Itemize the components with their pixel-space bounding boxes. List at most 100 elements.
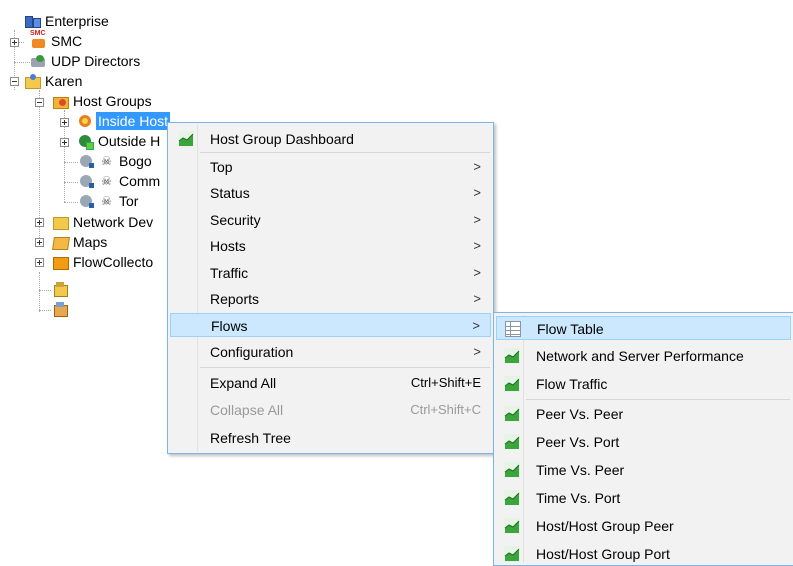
flow-collectors-icon <box>52 254 69 270</box>
tree-node-bogon[interactable]: ☠ Bogo <box>79 151 154 171</box>
globe-icon <box>79 193 96 209</box>
chart-icon <box>504 348 520 364</box>
appliance-icon <box>52 281 69 297</box>
tree-node-label: Karen <box>45 73 83 89</box>
menu-item-flow-table[interactable]: Flow Table <box>496 316 791 340</box>
expand-icon[interactable] <box>10 38 19 47</box>
tree-connector <box>39 310 51 311</box>
tree-node-label: Bogo <box>119 153 152 169</box>
udp-director-icon <box>30 53 47 69</box>
menu-separator <box>526 399 790 400</box>
domain-icon <box>24 73 41 89</box>
tree-node-command[interactable]: ☠ Comm <box>79 171 162 191</box>
menu-separator <box>200 367 490 368</box>
menu-item-expand-all[interactable]: Expand All Ctrl+Shift+E <box>170 371 491 395</box>
tree-node-label: Maps <box>73 234 108 250</box>
menu-item-status[interactable]: Status > <box>170 181 491 205</box>
tree-node-outside-hosts[interactable]: Outside H <box>77 131 162 151</box>
menu-item-label: Flow Table <box>537 321 604 337</box>
menu-item-hosts[interactable]: Hosts > <box>170 234 491 258</box>
menu-item-time-vs-peer[interactable]: Time Vs. Peer <box>496 458 791 482</box>
chart-icon <box>178 131 194 147</box>
menu-item-label: Host/Host Group Port <box>536 546 670 562</box>
menu-item-host-host-group-port[interactable]: Host/Host Group Port <box>496 542 791 566</box>
menu-item-host-host-group-peer[interactable]: Host/Host Group Peer <box>496 514 791 538</box>
menu-item-label: Peer Vs. Peer <box>536 406 624 422</box>
menu-item-label: Peer Vs. Port <box>536 434 620 450</box>
tree-node-label: Comm <box>119 173 161 189</box>
flows-submenu: Flow Table Network and Server Performance… <box>493 312 793 566</box>
menu-item-label: Flow Traffic <box>536 376 608 392</box>
expand-icon[interactable] <box>35 258 44 267</box>
chart-icon <box>504 546 520 562</box>
menu-item-label: Reports <box>210 291 260 307</box>
menu-item-time-vs-port[interactable]: Time Vs. Port <box>496 486 791 510</box>
tree-node-udp-directors[interactable]: UDP Directors <box>30 51 142 71</box>
tree-node-label: Host Groups <box>73 93 152 109</box>
chevron-right-icon: > <box>473 265 481 280</box>
chevron-right-icon: > <box>473 185 481 200</box>
tree-node-host-groups[interactable]: Host Groups <box>52 91 154 111</box>
chevron-right-icon: > <box>473 159 481 174</box>
menu-item-label: Collapse All <box>210 402 284 418</box>
tree-node-karen[interactable]: Karen <box>24 71 84 91</box>
menu-item-network-and-server-performance[interactable]: Network and Server Performance <box>496 344 791 368</box>
expand-icon[interactable] <box>35 218 44 227</box>
network-devices-icon <box>52 214 69 230</box>
menu-item-flow-traffic[interactable]: Flow Traffic <box>496 372 791 396</box>
outside-hosts-icon <box>77 133 94 150</box>
menu-shortcut: Ctrl+Shift+E <box>410 375 481 390</box>
tree-connector <box>64 202 78 203</box>
tree-node-tor[interactable]: ☠ Tor <box>79 191 140 211</box>
menu-item-peer-vs-port[interactable]: Peer Vs. Port <box>496 430 791 454</box>
tree-node-maps[interactable]: Maps <box>52 232 109 252</box>
tree-node-inside-hosts[interactable]: Inside Host <box>77 111 171 131</box>
tree-connector <box>14 62 30 63</box>
menu-item-refresh-tree[interactable]: Refresh Tree <box>170 426 491 450</box>
tree-connector <box>64 182 78 183</box>
skull-icon: ☠ <box>101 174 112 188</box>
tree-node-flow-collectors[interactable]: FlowCollecto <box>52 252 155 272</box>
menu-item-label: Host Group Dashboard <box>210 131 354 147</box>
menu-item-label: Top <box>210 159 233 175</box>
menu-item-traffic[interactable]: Traffic > <box>170 261 491 285</box>
menu-item-peer-vs-peer[interactable]: Peer Vs. Peer <box>496 402 791 426</box>
chevron-right-icon: > <box>473 291 481 306</box>
chart-icon <box>504 434 520 450</box>
menu-item-label: Traffic <box>210 265 249 281</box>
menu-item-label: Host/Host Group Peer <box>536 518 674 534</box>
tree-connector <box>39 290 51 291</box>
menu-item-top[interactable]: Top > <box>170 155 491 179</box>
menu-item-label: Expand All <box>210 375 277 391</box>
menu-item-configuration[interactable]: Configuration > <box>170 340 491 364</box>
context-menu: Host Group Dashboard Top > Status > Security >… <box>167 122 494 454</box>
menu-item-flows[interactable]: Flows > <box>170 313 491 337</box>
menu-item-label: Time Vs. Peer <box>536 462 625 478</box>
menu-item-collapse-all[interactable]: Collapse All Ctrl+Shift+C <box>170 398 491 422</box>
expand-icon[interactable] <box>35 238 44 247</box>
menu-item-reports[interactable]: Reports > <box>170 287 491 311</box>
tree-node-enterprise[interactable]: Enterprise <box>24 11 111 31</box>
tree-node-label: Tor <box>119 193 139 209</box>
tree-node-appliance[interactable] <box>52 299 71 319</box>
collapse-icon[interactable] <box>35 98 44 107</box>
tree-connector <box>39 272 40 312</box>
chart-icon <box>504 376 520 392</box>
tree-node-smc[interactable]: SMC <box>30 30 84 51</box>
tree-node-network-devices[interactable]: Network Dev <box>52 212 155 232</box>
menu-item-host-group-dashboard[interactable]: Host Group Dashboard <box>170 127 491 151</box>
menu-item-label: Security <box>210 212 261 228</box>
chevron-right-icon: > <box>473 212 481 227</box>
menu-item-security[interactable]: Security > <box>170 208 491 232</box>
chevron-right-icon: > <box>473 344 481 359</box>
collapse-icon[interactable] <box>10 77 19 86</box>
expand-icon[interactable] <box>60 118 69 127</box>
expand-icon[interactable] <box>60 138 69 147</box>
menu-item-label: Configuration <box>210 344 294 360</box>
smc-icon <box>30 30 47 49</box>
appliance-icon <box>52 301 69 317</box>
menu-item-label: Time Vs. Port <box>536 490 621 506</box>
tree-node-label: Enterprise <box>45 13 109 29</box>
tree-node-label: SMC <box>51 33 83 49</box>
tree-node-appliance[interactable] <box>52 279 71 299</box>
